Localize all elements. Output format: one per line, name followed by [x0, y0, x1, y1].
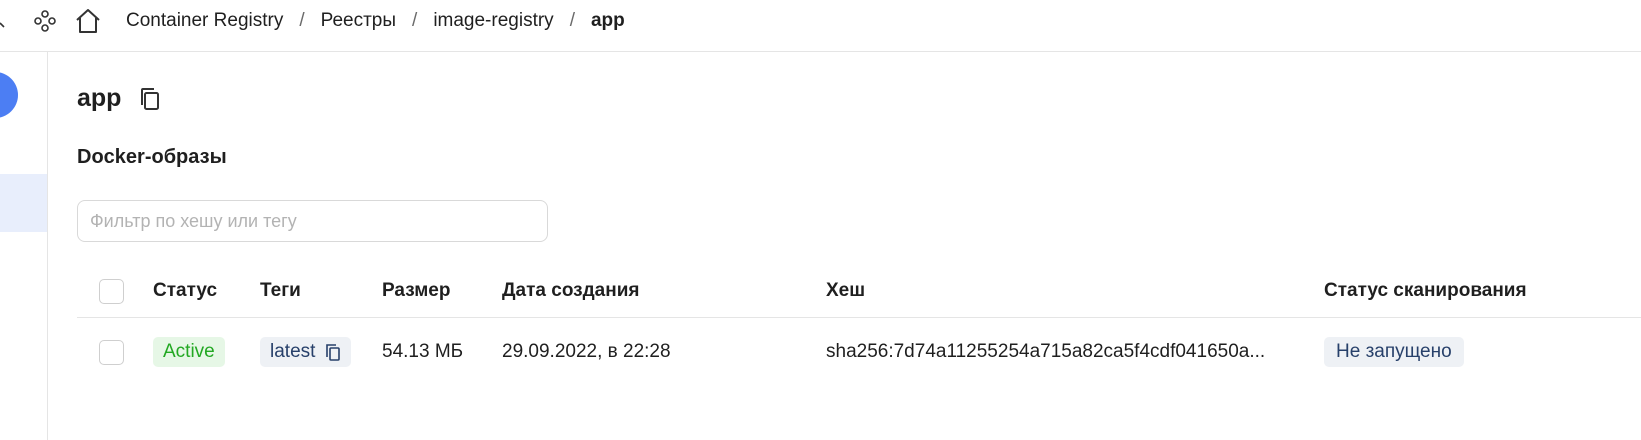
- section-title: Docker-образы: [77, 146, 227, 168]
- select-all-checkbox[interactable]: [99, 278, 124, 304]
- breadcrumb-current: app: [590, 10, 625, 31]
- table-header: Статус Теги Размер Дата создания Хеш Ста…: [77, 265, 1641, 318]
- breadcrumb-registries[interactable]: Реестры: [321, 10, 396, 32]
- tag-badge: latest: [260, 337, 352, 367]
- page-title: app: [77, 84, 122, 112]
- sidebar: [0, 52, 48, 440]
- tag-label: latest: [270, 341, 316, 362]
- breadcrumb-image-registry[interactable]: image-registry: [433, 10, 553, 32]
- table-row[interactable]: Active latest 54.13 МБ 29.09.2022, в 22:…: [77, 318, 1641, 386]
- breadcrumb-container-registry[interactable]: Container Registry: [126, 10, 283, 32]
- column-header-tags[interactable]: Теги: [260, 265, 301, 317]
- select-all-cell: [99, 265, 124, 317]
- chevron-down-icon[interactable]: [0, 14, 10, 28]
- breadcrumb-separator: /: [299, 10, 305, 31]
- column-header-size[interactable]: Размер: [382, 265, 450, 317]
- breadcrumb-separator: /: [569, 10, 575, 31]
- column-header-status[interactable]: Статус: [153, 265, 217, 317]
- column-header-scan-status[interactable]: Статус сканирования: [1324, 265, 1527, 317]
- copy-icon[interactable]: [139, 87, 161, 111]
- created-cell: 29.09.2022, в 22:28: [502, 341, 671, 362]
- tags-cell: latest: [260, 318, 352, 386]
- hash-cell: sha256:7d74a11255254a715a82ca5f4cdf04165…: [826, 341, 1266, 362]
- column-header-hash[interactable]: Хеш: [826, 265, 865, 317]
- row-checkbox[interactable]: [99, 339, 124, 365]
- top-bar: Container Registry / Реестры / image-reg…: [0, 0, 1641, 52]
- home-icon[interactable]: [74, 8, 102, 34]
- avatar[interactable]: [0, 72, 18, 118]
- copy-icon[interactable]: [325, 343, 341, 361]
- breadcrumb: Container Registry / Реестры / image-reg…: [126, 0, 625, 42]
- title-row: app: [77, 84, 161, 113]
- apps-icon[interactable]: [33, 9, 57, 33]
- main-content: app Docker-образы Статус Теги Размер Дат…: [48, 52, 1641, 440]
- scan-status-badge: Не запущено: [1324, 337, 1464, 367]
- breadcrumb-separator: /: [412, 10, 418, 31]
- size-cell: 54.13 МБ: [382, 341, 464, 362]
- column-header-created[interactable]: Дата создания: [502, 265, 640, 317]
- scan-status-cell: Не запущено: [1324, 318, 1464, 386]
- row-select-cell: [99, 318, 124, 386]
- status-cell: Active: [153, 318, 225, 386]
- status-badge: Active: [153, 337, 225, 367]
- sidebar-item-active[interactable]: [0, 174, 47, 232]
- filter-input[interactable]: [77, 200, 548, 242]
